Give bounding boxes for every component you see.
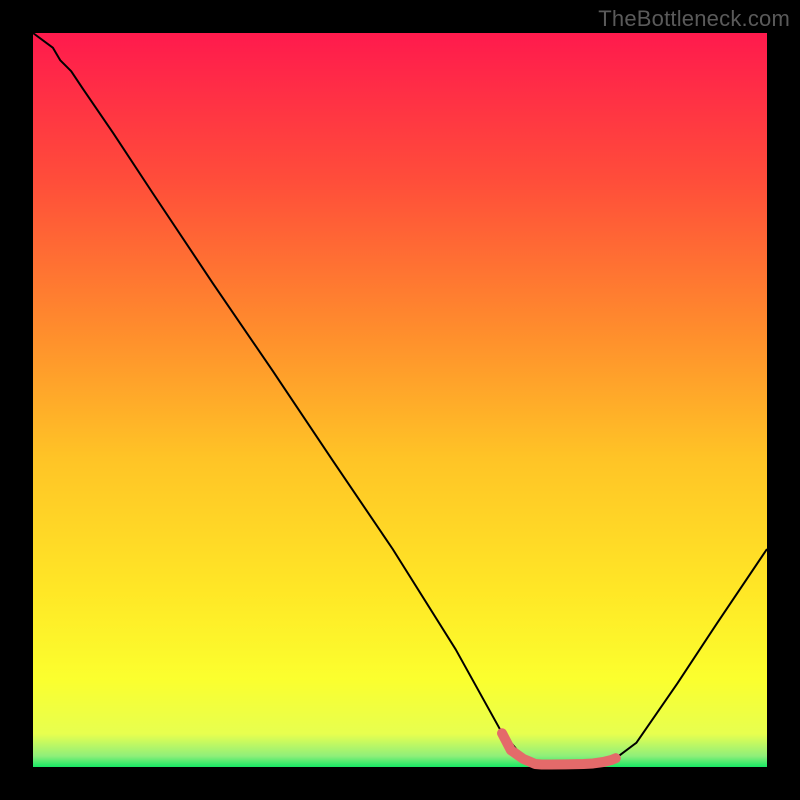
- plot-background: [33, 33, 767, 767]
- watermark-text: TheBottleneck.com: [598, 6, 790, 32]
- chart-svg: [0, 0, 800, 800]
- chart-canvas: TheBottleneck.com: [0, 0, 800, 800]
